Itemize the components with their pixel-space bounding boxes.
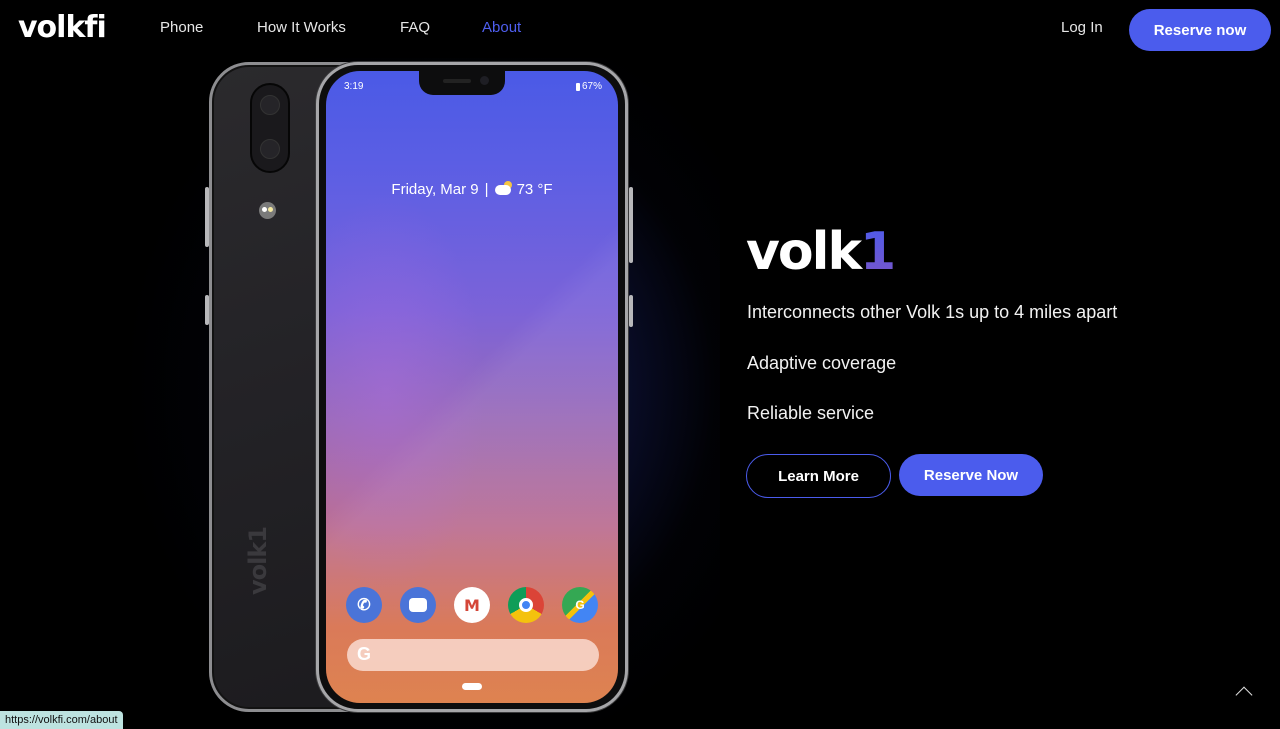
product-title-main: volk bbox=[746, 222, 862, 282]
maps-icon: G bbox=[562, 587, 598, 623]
camera-lens-icon bbox=[260, 95, 280, 115]
app-dock: ✆ M G bbox=[346, 587, 598, 623]
top-nav: volkfi Phone How It Works FAQ About Log … bbox=[0, 0, 1280, 58]
phone-side-button bbox=[205, 187, 209, 247]
feature-adaptive-coverage: Adaptive coverage bbox=[747, 353, 897, 373]
battery-icon bbox=[575, 82, 580, 91]
phone-back-brand: volk1 bbox=[244, 526, 272, 595]
screen-search-bar: G bbox=[347, 639, 599, 671]
phone-screen: 3:19 67% Friday, Mar 9 | 73 °F ✆ M G G bbox=[326, 71, 618, 703]
home-pill-icon bbox=[462, 683, 482, 690]
reserve-now-nav-button[interactable]: Reserve now bbox=[1129, 9, 1271, 51]
rear-camera bbox=[250, 83, 290, 173]
partly-cloudy-icon bbox=[494, 180, 512, 195]
nav-link-phone[interactable]: Phone bbox=[160, 19, 203, 36]
phone-front-image: 3:19 67% Friday, Mar 9 | 73 °F ✆ M G G bbox=[316, 62, 633, 712]
screen-battery: 67% bbox=[575, 81, 602, 92]
phone-notch bbox=[419, 71, 505, 95]
product-title-accent: 1 bbox=[860, 222, 896, 282]
reserve-now-button[interactable]: Reserve Now bbox=[899, 454, 1043, 496]
phone-side-button bbox=[205, 295, 209, 325]
screen-temperature: 73 °F bbox=[516, 181, 553, 198]
scroll-to-top-chevron-icon[interactable] bbox=[1234, 686, 1254, 698]
nav-link-how-it-works[interactable]: How It Works bbox=[257, 19, 346, 36]
login-link[interactable]: Log In bbox=[1061, 19, 1103, 36]
speaker-icon bbox=[443, 79, 471, 83]
product-title: volk1 bbox=[746, 222, 896, 282]
camera-lens-icon bbox=[260, 139, 280, 159]
date-separator: | bbox=[484, 181, 489, 198]
google-icon: G bbox=[357, 644, 372, 664]
chrome-icon bbox=[508, 587, 544, 623]
flash-icon bbox=[259, 202, 276, 219]
screen-date: Friday, Mar 9 bbox=[391, 181, 479, 198]
gmail-icon: M bbox=[454, 587, 490, 623]
messages-icon bbox=[400, 587, 436, 623]
feature-reliable-service: Reliable service bbox=[747, 403, 875, 423]
nav-link-about[interactable]: About bbox=[482, 19, 521, 36]
battery-percent: 67% bbox=[581, 81, 602, 92]
screen-date-weather: Friday, Mar 9 | 73 °F bbox=[326, 180, 618, 198]
feature-interconnect: Interconnects other Volk 1s up to 4 mile… bbox=[747, 302, 1118, 322]
phone-icon: ✆ bbox=[346, 587, 382, 623]
volkfi-logo[interactable]: volkfi bbox=[18, 10, 107, 45]
browser-status-url: https://volkfi.com/about bbox=[0, 711, 123, 729]
learn-more-button[interactable]: Learn More bbox=[746, 454, 891, 498]
phone-side-button bbox=[629, 295, 633, 327]
phone-side-button bbox=[629, 187, 633, 263]
front-camera-icon bbox=[480, 76, 489, 85]
nav-link-faq[interactable]: FAQ bbox=[400, 19, 430, 36]
screen-time: 3:19 bbox=[344, 81, 364, 92]
